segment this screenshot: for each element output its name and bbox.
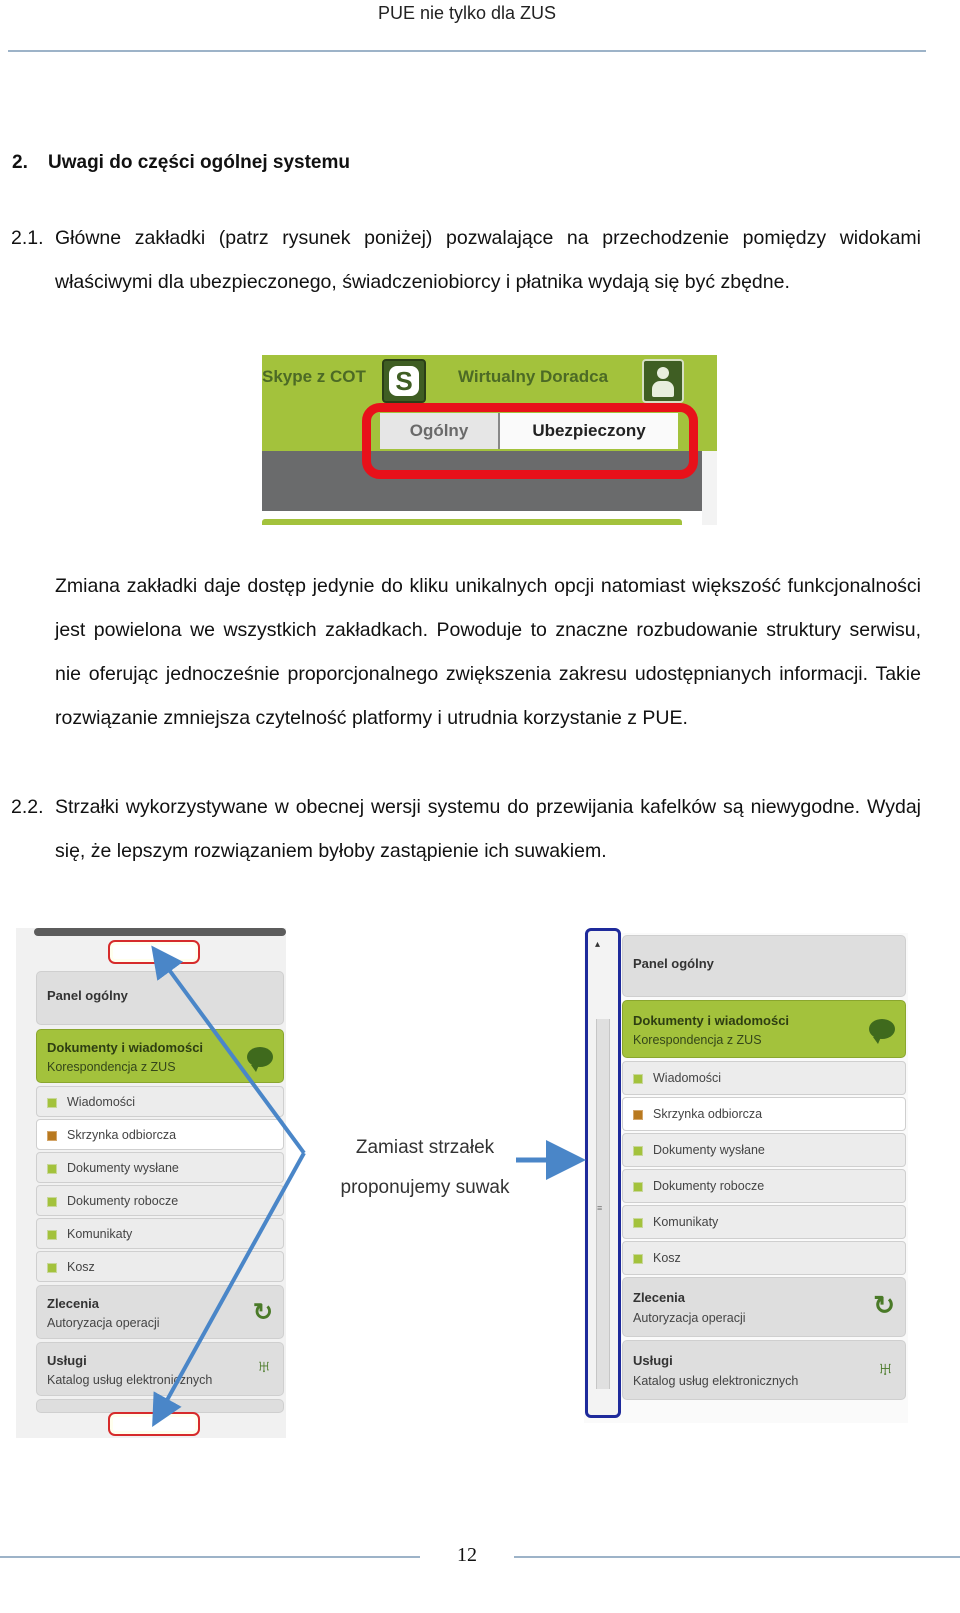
annotation-line-1: Zamiast strzałek (355, 1137, 495, 1158)
paragraph-2-2: 2.2. Strzałki wykorzystywane w obecnej w… (11, 785, 921, 873)
skype-icon: S (382, 359, 426, 403)
annotation-text: Zamiast strzałek proponujemy suwak (325, 1128, 525, 1208)
footer-divider-right (514, 1556, 960, 1558)
page-number: 12 (457, 1544, 477, 1566)
virtual-advisor-label: Wirtualny Doradca (458, 367, 609, 386)
paragraph-text: Strzałki wykorzystywane w obecnej wersji… (55, 796, 921, 862)
edge-strip (702, 451, 717, 525)
footer-divider-left (0, 1556, 420, 1558)
annotation-line-2: proponujemy suwak (340, 1177, 510, 1198)
paragraph-2-1: 2.1. Główne zakładki (patrz rysunek poni… (11, 216, 921, 304)
bottom-strip (262, 511, 702, 525)
paragraph-text: Zmiana zakładki daje dostęp jedynie do k… (55, 575, 921, 729)
paragraph-number: 2.1. (11, 227, 44, 249)
figure-tabs-screenshot: Skype z COT S Wirtualny Doradca Ogólny U… (262, 355, 717, 525)
paragraph-number: 2.2. (11, 796, 44, 818)
section-number: 2. (12, 152, 28, 173)
paragraph-2-1-continued: Zmiana zakładki daje dostęp jedynie do k… (55, 564, 921, 740)
header-divider (8, 50, 926, 52)
paragraph-text: Główne zakładki (patrz rysunek poniżej) … (55, 227, 921, 293)
page-header-title: PUE nie tylko dla ZUS (377, 3, 557, 23)
highlight-ring (362, 403, 698, 479)
section-title: Uwagi do części ogólnej systemu (48, 152, 350, 173)
person-icon (642, 359, 684, 403)
arrow-to-up-button (151, 945, 306, 1155)
skype-label: Skype z COT (262, 367, 366, 386)
section-heading: 2. Uwagi do części ogólnej systemu (12, 152, 350, 174)
arrow-to-down-button (152, 1152, 306, 1427)
